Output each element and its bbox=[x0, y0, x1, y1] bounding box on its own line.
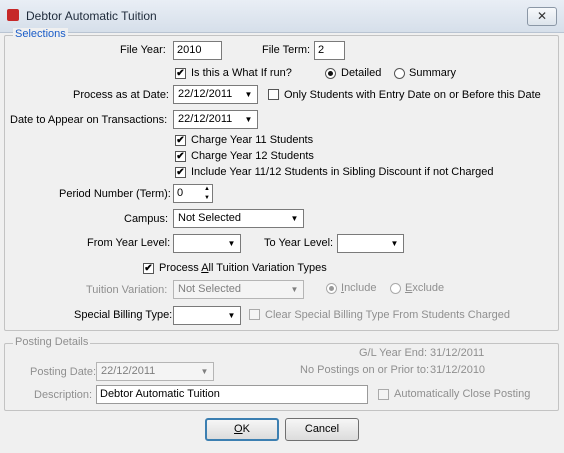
to-year-label: To Year Level: bbox=[264, 237, 334, 249]
charge-year11-label: Charge Year 11 Students bbox=[191, 134, 314, 146]
file-term-label: File Term: bbox=[262, 44, 311, 56]
title-bar: Debtor Automatic Tuition ✕ bbox=[0, 0, 564, 33]
process-date-picker[interactable]: 22/12/2011 ▼ bbox=[173, 85, 258, 104]
chevron-down-icon[interactable]: ▼ bbox=[241, 112, 256, 127]
close-button[interactable]: ✕ bbox=[527, 7, 557, 26]
include-sibling-label: Include Year 11/12 Students in Sibling D… bbox=[191, 166, 494, 178]
chevron-down-icon[interactable]: ▼ bbox=[224, 236, 239, 251]
only-students-checkbox[interactable] bbox=[268, 89, 279, 100]
chevron-down-icon[interactable]: ▼ bbox=[197, 364, 212, 379]
transaction-date-picker[interactable]: 22/12/2011 ▼ bbox=[173, 110, 258, 129]
process-all-label: Process All Tuition Variation Types bbox=[159, 262, 327, 274]
process-all-label-accel: A bbox=[201, 262, 209, 274]
period-number-spinner[interactable]: 0 ▲ ▼ bbox=[173, 184, 213, 203]
include-radio[interactable] bbox=[326, 283, 337, 294]
auto-close-label: Automatically Close Posting bbox=[394, 388, 531, 400]
file-term-input[interactable]: 2 bbox=[314, 41, 345, 60]
cancel-button[interactable]: Cancel bbox=[285, 418, 359, 441]
detailed-label: Detailed bbox=[341, 67, 382, 79]
file-year-input[interactable]: 2010 bbox=[173, 41, 222, 60]
process-all-label-pre: Process bbox=[159, 262, 202, 274]
transaction-date-label: Date to Appear on Transactions: bbox=[10, 114, 168, 126]
spin-up-icon[interactable]: ▲ bbox=[202, 185, 212, 193]
charge-year11-checkbox[interactable]: ✔ bbox=[175, 135, 186, 146]
ok-button[interactable]: OK bbox=[205, 418, 279, 441]
process-all-label-post: ll Tuition Variation Types bbox=[208, 262, 327, 274]
process-all-checkbox[interactable]: ✔ bbox=[143, 263, 154, 274]
include-sibling-checkbox[interactable]: ✔ bbox=[175, 167, 186, 178]
include-label: Include bbox=[341, 282, 376, 294]
posting-date-value: 22/12/2011 bbox=[101, 365, 156, 377]
period-number-label: Period Number (Term): bbox=[59, 188, 171, 200]
what-if-checkbox[interactable]: ✔ bbox=[175, 68, 186, 79]
exclude-radio[interactable] bbox=[390, 283, 401, 294]
ok-label-rest: K bbox=[242, 423, 250, 435]
campus-select[interactable]: Not Selected ▼ bbox=[173, 209, 304, 228]
spin-down-icon[interactable]: ▼ bbox=[202, 194, 212, 202]
charge-year12-checkbox[interactable]: ✔ bbox=[175, 151, 186, 162]
gl-year-end-label: G/L Year End: bbox=[359, 347, 428, 359]
process-date-value: 22/12/2011 bbox=[178, 88, 233, 100]
no-postings-value: 31/12/2010 bbox=[430, 364, 486, 376]
transaction-date-value: 22/12/2011 bbox=[178, 113, 233, 125]
tuition-variation-label: Tuition Variation: bbox=[86, 284, 168, 296]
include-label-rest: nclude bbox=[344, 282, 377, 294]
detailed-radio[interactable] bbox=[325, 68, 336, 79]
summary-radio[interactable] bbox=[394, 68, 405, 79]
campus-label: Campus: bbox=[124, 213, 169, 225]
clear-special-checkbox[interactable] bbox=[249, 309, 260, 320]
summary-label: Summary bbox=[409, 67, 457, 79]
chevron-down-icon[interactable]: ▼ bbox=[287, 211, 302, 226]
app-icon bbox=[7, 9, 19, 21]
selections-legend: Selections bbox=[13, 28, 68, 40]
exclude-label-rest: xclude bbox=[412, 282, 445, 294]
gl-year-end-value: 31/12/2011 bbox=[430, 347, 485, 359]
charge-year12-label: Charge Year 12 Students bbox=[191, 150, 314, 162]
what-if-label: Is this a What If run? bbox=[191, 67, 292, 79]
description-input[interactable]: Debtor Automatic Tuition bbox=[96, 385, 368, 404]
posting-date-picker[interactable]: 22/12/2011 ▼ bbox=[96, 362, 214, 381]
period-number-value: 0 bbox=[177, 187, 184, 199]
chevron-down-icon[interactable]: ▼ bbox=[287, 282, 302, 297]
description-label: Description: bbox=[34, 389, 93, 401]
campus-value: Not Selected bbox=[178, 212, 241, 224]
chevron-down-icon[interactable]: ▼ bbox=[241, 87, 256, 102]
tuition-variation-value: Not Selected bbox=[178, 283, 241, 295]
ok-label-accel: O bbox=[234, 423, 243, 435]
chevron-down-icon[interactable]: ▼ bbox=[387, 236, 402, 251]
only-students-label: Only Students with Entry Date on or Befo… bbox=[284, 89, 541, 101]
special-billing-label: Special Billing Type: bbox=[74, 309, 173, 321]
window-title: Debtor Automatic Tuition bbox=[26, 9, 157, 23]
exclude-label: Exclude bbox=[405, 282, 444, 294]
auto-close-checkbox[interactable] bbox=[378, 389, 389, 400]
from-year-select[interactable]: ▼ bbox=[173, 234, 241, 253]
tuition-variation-select[interactable]: Not Selected ▼ bbox=[173, 280, 304, 299]
process-date-label: Process as at Date: bbox=[73, 89, 169, 101]
to-year-select[interactable]: ▼ bbox=[337, 234, 404, 253]
from-year-label: From Year Level: bbox=[87, 237, 171, 249]
file-year-label: File Year: bbox=[120, 44, 166, 56]
chevron-down-icon[interactable]: ▼ bbox=[224, 308, 239, 323]
no-postings-label: No Postings on or Prior to: bbox=[300, 364, 430, 376]
posting-date-label: Posting Date: bbox=[30, 366, 97, 378]
posting-legend: Posting Details bbox=[13, 336, 91, 348]
clear-special-label: Clear Special Billing Type From Students… bbox=[265, 309, 510, 321]
special-billing-select[interactable]: ▼ bbox=[173, 306, 241, 325]
